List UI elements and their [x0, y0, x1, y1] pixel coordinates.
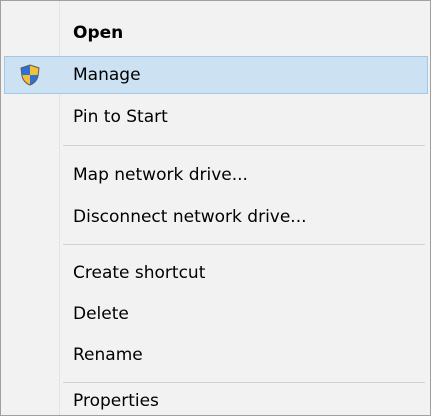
uac-shield-icon [18, 63, 42, 87]
menu-item-disconnect-network-drive[interactable]: Disconnect network drive... [4, 198, 428, 236]
menu-item-pin-to-start[interactable]: Pin to Start [4, 98, 428, 136]
menu-item-label: Properties [73, 391, 159, 411]
menu-item-label: Map network drive... [73, 165, 248, 185]
menu-item-manage[interactable]: Manage [4, 56, 428, 94]
menu-item-label: Open [73, 23, 124, 43]
menu-item-label: Disconnect network drive... [73, 207, 307, 227]
menu-item-rename[interactable]: Rename [4, 336, 428, 374]
menu-item-label: Pin to Start [73, 107, 168, 127]
menu-item-label: Rename [73, 345, 143, 365]
menu-item-label: Manage [73, 65, 141, 85]
menu-separator [63, 244, 425, 245]
menu-item-label: Delete [73, 304, 129, 324]
menu-item-label: Create shortcut [73, 263, 206, 283]
menu-item-map-network-drive[interactable]: Map network drive... [4, 156, 428, 194]
menu-item-delete[interactable]: Delete [4, 295, 428, 333]
menu-item-create-shortcut[interactable]: Create shortcut [4, 254, 428, 292]
context-menu: Open Manage Pin to Start Map network dri… [0, 0, 431, 416]
menu-item-properties[interactable]: Properties [4, 378, 428, 416]
menu-separator [63, 145, 425, 146]
menu-item-open[interactable]: Open [4, 14, 428, 52]
